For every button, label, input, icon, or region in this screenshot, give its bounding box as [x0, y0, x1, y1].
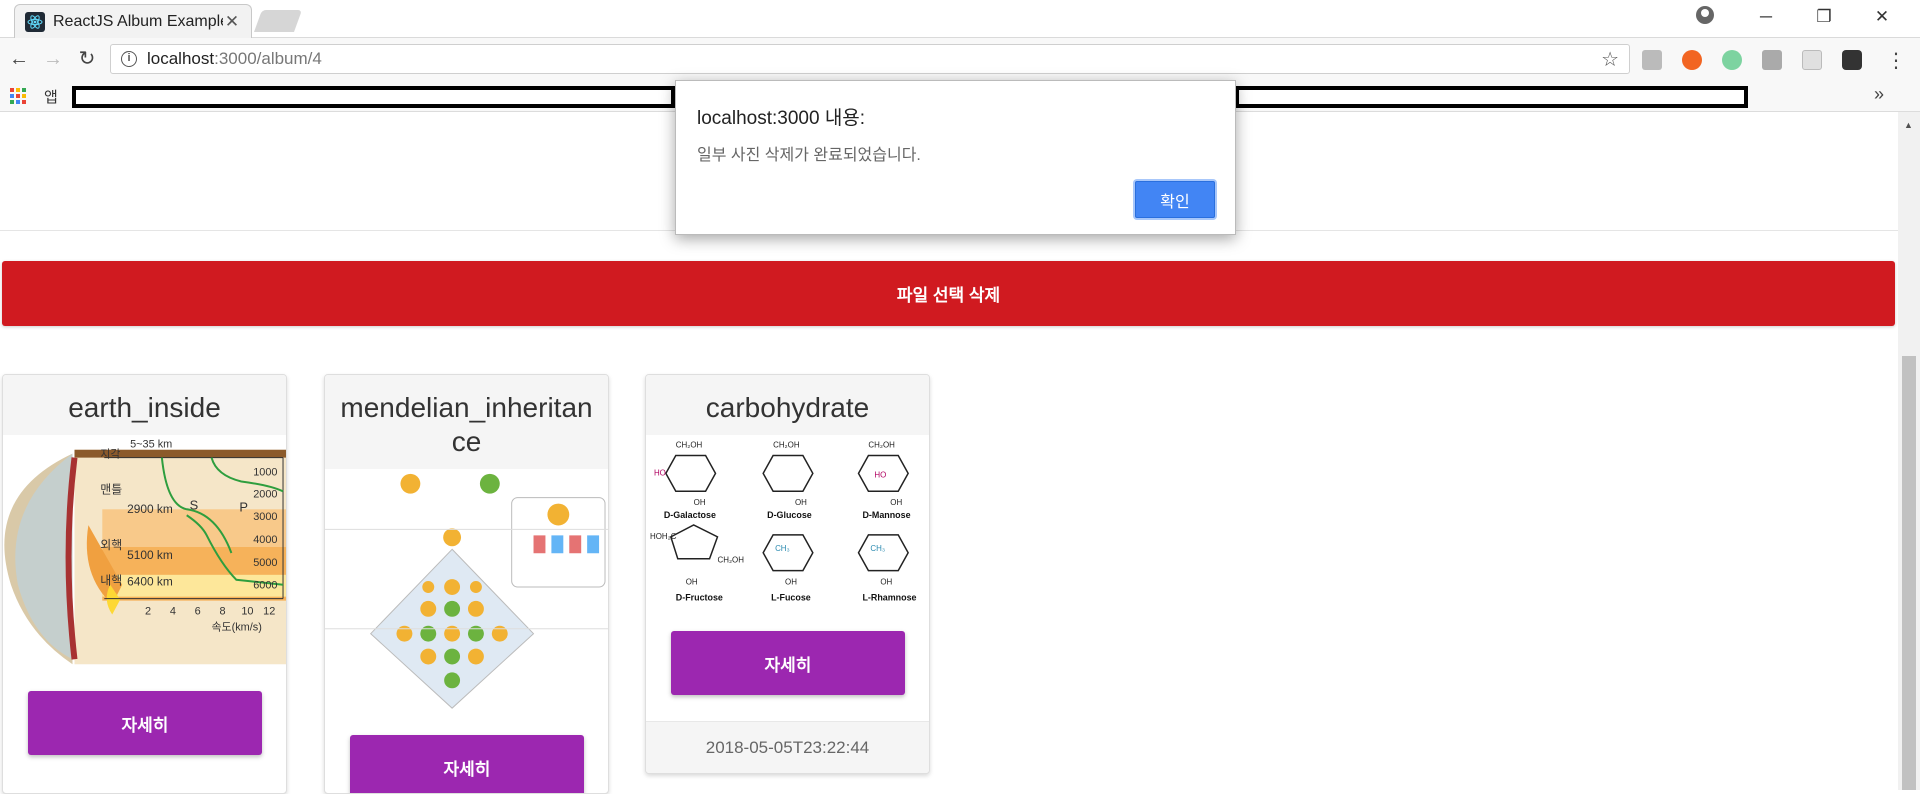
forward-arrow-icon[interactable]: →: [40, 46, 66, 72]
back-arrow-icon[interactable]: ←: [6, 46, 32, 72]
depth-2900-label: 2900 km: [127, 502, 173, 516]
svg-text:HO: HO: [654, 468, 666, 477]
svg-text:HO: HO: [874, 470, 886, 479]
svg-text:CH₃: CH₃: [775, 544, 790, 553]
depth-tick: 2000: [253, 488, 277, 500]
detail-button[interactable]: 자세히: [350, 735, 584, 793]
earth-cross-section-image[interactable]: 5~35 km 지각 맨틀 외핵 내핵 2900 km 5100 km 6400…: [3, 435, 286, 665]
crust-label: 지각: [100, 448, 120, 461]
mendelian-inheritance-image[interactable]: [325, 469, 608, 709]
carbohydrate-structures-image[interactable]: CH₂OH CH₂OH CH₂OH HO HO CH₃ CH₃ OH OH OH CH₂OH…: [646, 435, 929, 605]
redacted-bookmarks: [72, 86, 675, 108]
sugar-label: L-Fucose: [771, 592, 811, 602]
p-wave-label: P: [239, 499, 248, 514]
reload-icon[interactable]: ↻: [74, 46, 100, 72]
dialog-ok-button[interactable]: 확인: [1135, 181, 1215, 218]
depth-tick: 1000: [253, 467, 277, 479]
svg-text:HOH₂C: HOH₂C: [650, 532, 677, 541]
speed-tick: 10: [241, 606, 253, 618]
card-title: mendelian_inheritance: [325, 375, 608, 469]
card-body: 자세히: [3, 665, 286, 781]
bookmark-star-icon[interactable]: ☆: [1601, 47, 1619, 72]
svg-text:CH₂OH: CH₂OH: [773, 441, 800, 450]
scroll-thumb[interactable]: [1902, 356, 1916, 790]
sugar-label: D-Fructose: [676, 592, 723, 602]
depth-label: 5~35 km: [130, 439, 172, 451]
speed-tick: 2: [145, 606, 151, 618]
detail-button[interactable]: 자세히: [671, 631, 905, 695]
extension-green-icon[interactable]: [1722, 50, 1742, 70]
card-date: 2018-05-05T23:22:44: [646, 721, 929, 773]
browser-toolbar: ← → ↻ i localhost:3000/album/4 ☆ ⋮: [0, 38, 1920, 80]
depth-tick: 3000: [253, 511, 277, 523]
tab-close-icon[interactable]: ✕: [223, 12, 241, 32]
tab-title: ReactJS Album Example: [53, 12, 223, 30]
depth-5100-label: 5100 km: [127, 548, 173, 562]
speed-axis-label: 속도(km/s): [212, 620, 262, 633]
apps-grid-icon[interactable]: [10, 88, 26, 104]
alert-dialog: localhost:3000 내용: 일부 사진 삭제가 완료되었습니다. 확인: [675, 80, 1236, 235]
url-path: :3000/album/4: [214, 49, 322, 68]
card-body: 자세히: [325, 709, 608, 793]
page-scrollbar[interactable]: ▲: [1898, 112, 1920, 790]
delete-selected-button[interactable]: 파일 선택 삭제: [2, 261, 1895, 326]
speed-tick: 12: [263, 606, 275, 618]
dialog-title: localhost:3000 내용:: [697, 108, 866, 129]
speed-tick: 6: [195, 606, 201, 618]
s-wave-label: S: [190, 497, 199, 512]
svg-text:OH: OH: [686, 578, 698, 587]
pdf-extension-icon[interactable]: [1642, 50, 1662, 70]
depth-tick: 5000: [253, 557, 277, 569]
redacted-bookmarks: [1235, 86, 1748, 108]
svg-text:OH: OH: [890, 498, 902, 507]
album-card: carbohydrate CH₂OH CH₂OH CH₂OH HO HO CH₃ CH₃…: [645, 374, 930, 774]
depth-tick: 4000: [253, 534, 277, 546]
extension-gray-icon[interactable]: [1762, 50, 1782, 70]
cast-icon[interactable]: [1802, 50, 1822, 70]
profile-icon[interactable]: [1696, 6, 1714, 24]
window-close-button[interactable]: ✕: [1854, 0, 1910, 34]
sugar-label: D-Glucose: [767, 510, 812, 520]
outer-core-label: 외핵: [100, 538, 122, 552]
url-host: localhost: [147, 49, 215, 68]
svg-text:CH₃: CH₃: [870, 544, 885, 553]
sugar-label: D-Galactose: [664, 510, 716, 520]
speed-tick: 4: [170, 606, 176, 618]
sugar-label: D-Mannose: [862, 510, 910, 520]
extension-orange-icon[interactable]: [1682, 50, 1702, 70]
bookmarks-overflow-icon[interactable]: »: [1874, 84, 1884, 105]
depth-6400-label: 6400 km: [127, 575, 173, 589]
depth-tick: 6000: [253, 580, 277, 592]
card-title: earth_inside: [3, 375, 286, 435]
restore-button[interactable]: ❐: [1796, 0, 1852, 34]
minimize-button[interactable]: ─: [1738, 0, 1794, 34]
album-card: earth_inside 5~35 km 지각 맨틀 외핵 내핵 2900 km…: [2, 374, 287, 794]
svg-text:OH: OH: [880, 578, 892, 587]
album-card: mendelian_inheritance 자세히: [324, 374, 609, 794]
apps-label[interactable]: 앱: [44, 86, 58, 107]
dialog-message: 일부 사진 삭제가 완료되었습니다.: [697, 147, 921, 164]
browser-tab[interactable]: ReactJS Album Example ✕: [14, 4, 252, 38]
detail-button[interactable]: 자세히: [28, 691, 262, 755]
sugar-label: L-Rhamnose: [862, 592, 916, 602]
svg-text:CH₂OH: CH₂OH: [868, 441, 895, 450]
react-icon: [25, 11, 45, 32]
address-bar[interactable]: i localhost:3000/album/4 ☆: [110, 44, 1630, 74]
svg-text:CH₂OH: CH₂OH: [717, 556, 744, 565]
inner-core-label: 내핵: [100, 574, 122, 588]
speed-tick: 8: [219, 606, 225, 618]
extension-dark-icon[interactable]: [1842, 50, 1862, 70]
svg-text:OH: OH: [694, 498, 706, 507]
svg-text:OH: OH: [785, 578, 797, 587]
mantle-label: 맨틀: [100, 482, 122, 496]
info-icon[interactable]: i: [121, 51, 137, 67]
tab-strip: ReactJS Album Example ✕ ─ ❐ ✕: [0, 0, 1920, 38]
card-title: carbohydrate: [646, 375, 929, 435]
chrome-menu-icon[interactable]: ⋮: [1886, 48, 1906, 73]
card-body: 자세히: [646, 605, 929, 721]
svg-text:OH: OH: [795, 498, 807, 507]
new-tab-button[interactable]: [253, 10, 303, 32]
scroll-up-icon[interactable]: ▲: [1904, 120, 1913, 130]
svg-text:CH₂OH: CH₂OH: [676, 441, 703, 450]
